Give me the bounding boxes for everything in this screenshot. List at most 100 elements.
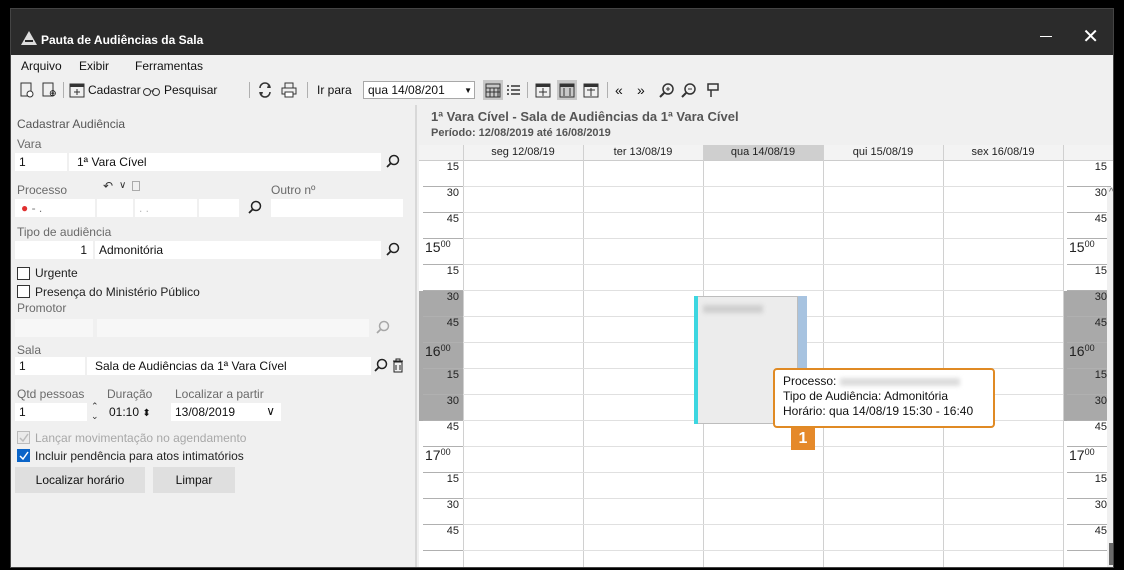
time-ruler-left-slot: 1700 [419, 447, 463, 473]
day-header[interactable]: qua 14/08/19 [703, 145, 823, 161]
duracao-field[interactable]: 01:10 ⬍ [105, 403, 167, 421]
menu-arquivo[interactable]: Arquivo [21, 59, 62, 73]
presenca-checkbox[interactable] [17, 285, 30, 298]
zoom-in-icon[interactable] [659, 80, 675, 100]
time-minutes-label: 00 [1084, 447, 1095, 457]
localizar-horario-button[interactable]: Localizar horário [15, 467, 145, 493]
cadastro-panel: Cadastrar Audiência Vara 1 1ª Vara Cível… [11, 105, 407, 525]
sala-name-field[interactable]: Sala de Audiências da 1ª Vara Cível [87, 357, 371, 375]
separator [607, 82, 608, 98]
vara-code-field[interactable]: 1 [15, 153, 67, 171]
panel-splitter[interactable] [415, 105, 417, 567]
header-spacer [419, 145, 463, 161]
time-ruler-left-slot: 45 [419, 213, 463, 239]
grid-row-line [463, 472, 1063, 473]
duracao-stepper-icon[interactable]: ⬍ [142, 408, 150, 419]
binoculars-icon [143, 88, 160, 96]
time-label: 30 [1094, 499, 1107, 511]
outro-numero-field[interactable] [271, 199, 403, 217]
limpar-button[interactable]: Limpar [153, 467, 235, 493]
grid-column-line [463, 145, 464, 567]
time-ruler-right-slot: 15 [1063, 161, 1111, 187]
search-icon[interactable] [385, 242, 401, 258]
list-view-icon[interactable] [505, 80, 521, 100]
time-label: 45 [1094, 213, 1107, 225]
search-icon[interactable] [385, 154, 401, 170]
time-ruler-right-slot: 15 [1063, 369, 1111, 395]
time-label: 15 [446, 265, 459, 277]
header-spacer [1063, 145, 1113, 161]
sala-code-field[interactable]: 1 [15, 357, 85, 375]
day-header[interactable]: qui 15/08/19 [823, 145, 943, 161]
presenca-label: Presença do Ministério Público [35, 285, 200, 299]
localizar-date-field[interactable]: 13/08/2019 ∨ [171, 403, 281, 421]
tipo-code-field[interactable]: 1 [15, 241, 93, 259]
time-label: 15 [446, 369, 459, 381]
urgente-checkbox[interactable] [17, 267, 30, 280]
tipo-name-field[interactable]: Admonitória [95, 241, 381, 259]
day-header[interactable]: sex 16/08/19 [943, 145, 1063, 161]
grid-column-line [1063, 145, 1064, 567]
chevron-down-icon[interactable]: ∨ [119, 180, 126, 191]
day-view-icon[interactable] [535, 80, 551, 100]
week-view-icon[interactable] [557, 80, 577, 100]
section-title: Cadastrar Audiência [17, 117, 126, 131]
time-minutes-label: 00 [440, 343, 451, 353]
duracao-label: Duração [107, 387, 153, 401]
processo-number-field[interactable]: ● - . [15, 199, 95, 217]
time-ruler-left-slot: 30 [419, 187, 463, 213]
window-title: Pauta de Audiências da Sala [41, 33, 204, 47]
dropdown-arrow-icon[interactable]: ▼ [464, 86, 472, 95]
search-icon[interactable] [247, 200, 263, 216]
print-icon[interactable] [281, 80, 297, 100]
processo-origin-field[interactable] [199, 199, 239, 217]
filter-icon[interactable] [705, 80, 721, 100]
menu-exibir[interactable]: Exibir [79, 59, 109, 73]
ir-para-combo[interactable]: qua 14/08/201 ▼ [363, 81, 475, 99]
time-label: 30 [446, 499, 459, 511]
time-ruler-left-slot: 1600 [419, 343, 463, 369]
vara-name-field[interactable]: 1ª Vara Cível [69, 153, 381, 171]
minimize-icon[interactable] [1039, 29, 1053, 43]
promotor-code-field [15, 319, 93, 337]
previous-icon[interactable]: « [615, 80, 623, 100]
qtd-field[interactable]: 1 [15, 403, 87, 421]
new-doc-icon[interactable] [19, 80, 35, 100]
processo-year-field[interactable] [97, 199, 133, 217]
zoom-out-icon[interactable] [681, 80, 697, 100]
month-view-icon[interactable] [483, 80, 503, 100]
incluir-checkbox[interactable] [17, 449, 30, 462]
search-icon[interactable] [373, 358, 389, 374]
grid-row-line [463, 290, 1063, 291]
qtd-stepper-icon[interactable]: ⌃ ⌄ [91, 401, 99, 421]
add-doc-icon[interactable]: ⊕ [41, 80, 57, 100]
incluir-label: Incluir pendência para atos intimatórios [35, 449, 244, 463]
time-label: 16 [425, 343, 441, 359]
workweek-view-icon[interactable] [583, 80, 599, 100]
calendar-add-icon [69, 83, 85, 98]
day-header[interactable]: ter 13/08/19 [583, 145, 703, 161]
day-header[interactable]: seg 12/08/19 [463, 145, 583, 161]
time-label: 17 [425, 447, 441, 463]
pesquisar-button[interactable]: Pesquisar [143, 80, 217, 100]
time-label: 30 [1094, 395, 1107, 407]
menu-ferramentas[interactable]: Ferramentas [135, 59, 203, 73]
time-label: 16 [1069, 343, 1085, 359]
next-icon[interactable]: » [637, 80, 645, 100]
scroll-thumb[interactable] [1109, 543, 1113, 565]
undo-icon[interactable]: ↶ [103, 179, 113, 193]
time-label: 15 [446, 161, 459, 173]
time-ruler-right-slot: 30 [1063, 499, 1111, 525]
time-ruler-right-slot: 1700 [1063, 447, 1111, 473]
close-icon[interactable]: ✕ [1082, 27, 1099, 47]
processo-segment-field[interactable]: . . [135, 199, 197, 217]
trash-icon[interactable] [391, 358, 407, 374]
scroll-up-icon[interactable]: ^ [1109, 187, 1113, 198]
copy-icon[interactable] [132, 181, 140, 191]
refresh-icon[interactable] [257, 80, 273, 100]
vertical-scrollbar[interactable]: ^ [1107, 187, 1113, 567]
chevron-down-icon[interactable]: ∨ [266, 404, 275, 418]
cadastrar-button[interactable]: Cadastrar [69, 80, 141, 100]
tooltip-horario: Horário: qua 14/08/19 15:30 - 16:40 [783, 404, 974, 418]
menu-bar: Arquivo Exibir Ferramentas [11, 57, 1113, 75]
